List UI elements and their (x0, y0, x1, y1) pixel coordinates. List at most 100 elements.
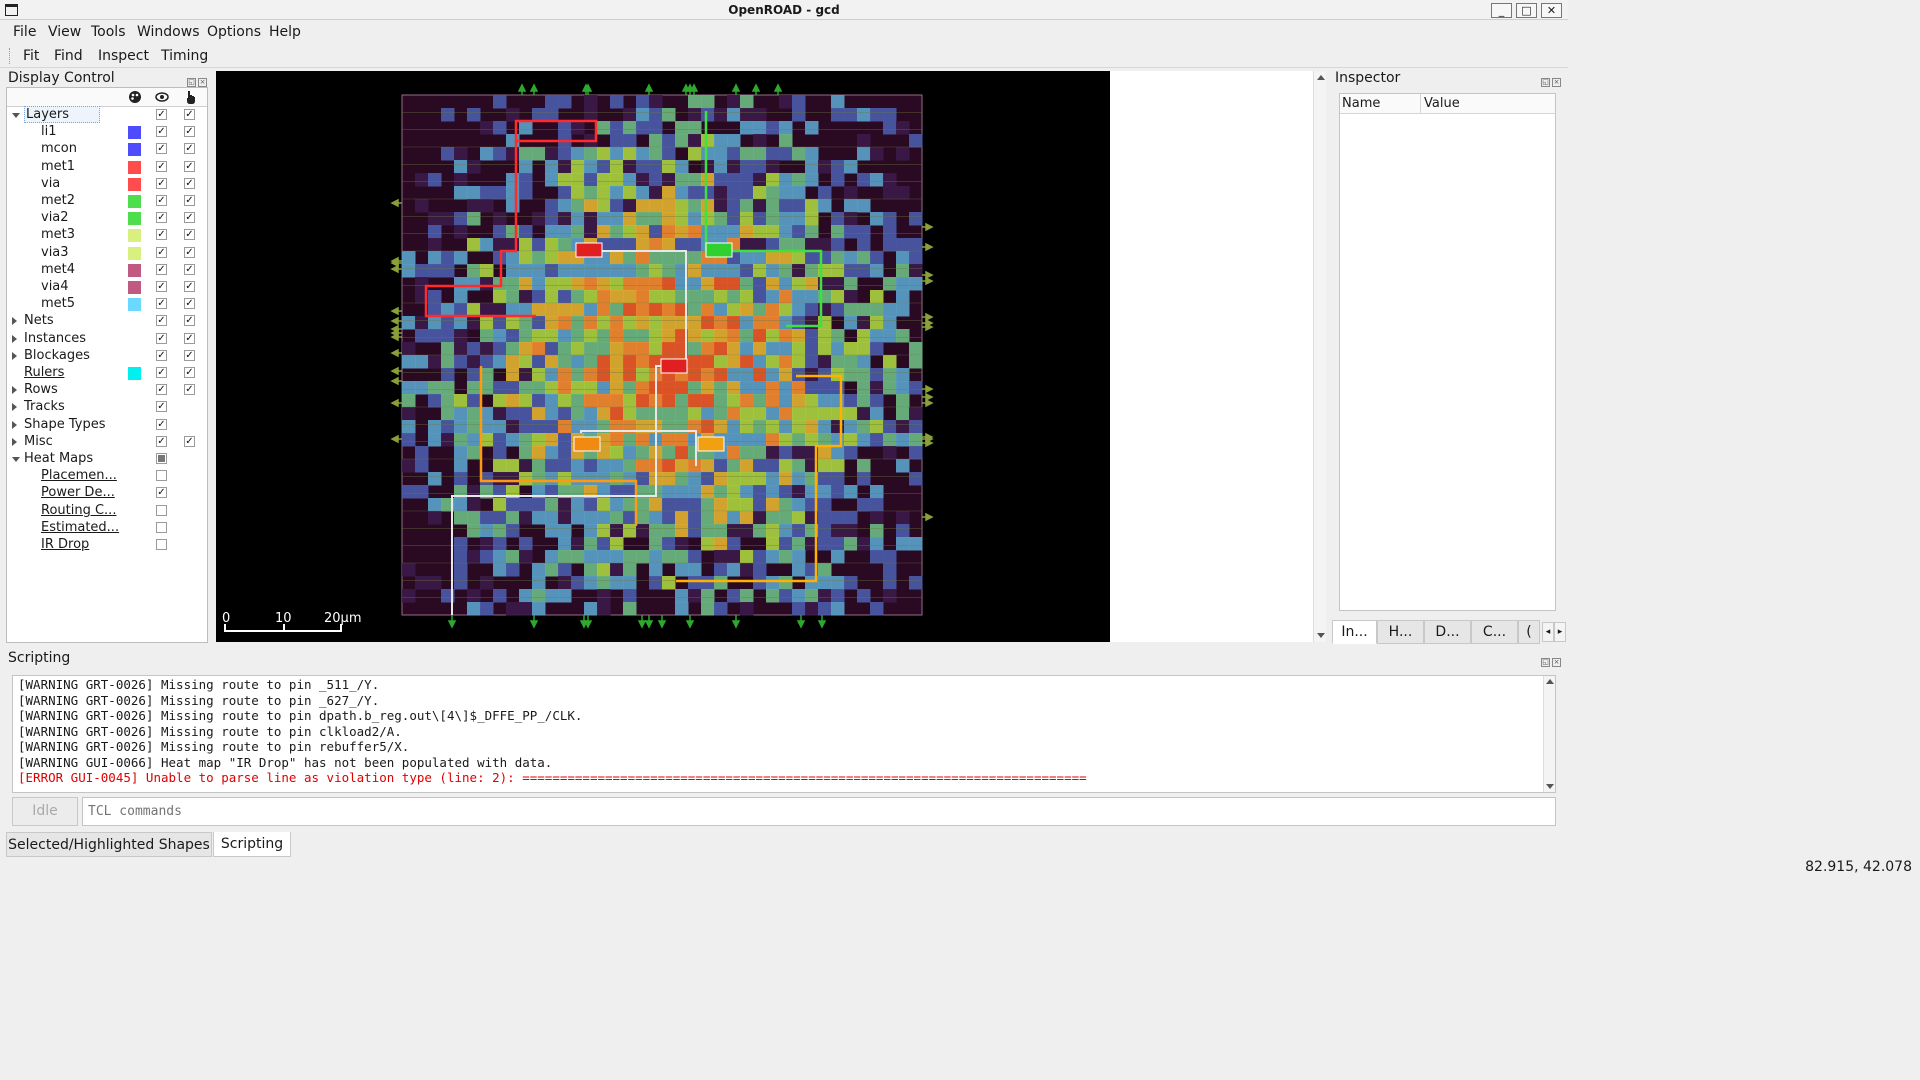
display-row-met3[interactable]: met3 ✓ ✓ (7, 227, 207, 244)
display-row-routing-c[interactable]: Routing C... (7, 503, 207, 520)
color-swatch[interactable] (128, 246, 141, 260)
color-swatch[interactable] (128, 298, 141, 312)
display-row-via4[interactable]: via4 ✓ ✓ (7, 279, 207, 296)
display-control-tree[interactable]: Layers ✓ ✓ li1 ✓ ✓ mcon ✓ ✓ met1 ✓ ✓ via ✓ ✓ met2 ✓ ✓ via2… (6, 87, 208, 643)
scroll-down-icon[interactable] (1546, 784, 1554, 789)
display-row-rulers[interactable]: Rulers ✓ ✓ (7, 365, 207, 382)
display-row-tracks[interactable]: Tracks ✓ (7, 399, 207, 416)
display-row-rows[interactable]: Rows ✓ ✓ (7, 382, 207, 399)
display-row-misc[interactable]: Misc ✓ ✓ (7, 434, 207, 451)
selectable-checkbox[interactable]: ✓ (184, 177, 195, 189)
color-swatch[interactable] (128, 367, 141, 380)
selectable-checkbox[interactable]: ✓ (184, 298, 195, 310)
visible-checkbox[interactable] (156, 470, 167, 482)
visible-checkbox[interactable]: ✓ (156, 143, 167, 155)
collapsed-arrow-icon[interactable] (12, 334, 17, 343)
visible-checkbox[interactable]: ✓ (156, 126, 167, 138)
tab-selected-highlighted-shapes[interactable]: Selected/Highlighted Shapes (6, 832, 212, 857)
tab-inspector[interactable]: In... (1332, 620, 1377, 644)
visible-checkbox[interactable]: ✓ (156, 487, 167, 499)
display-row-heat-maps[interactable]: Heat Maps (7, 451, 207, 468)
menu-view[interactable]: View (48, 24, 81, 40)
expanded-arrow-icon[interactable] (12, 113, 20, 118)
display-row-via[interactable]: via ✓ ✓ (7, 176, 207, 193)
collapsed-arrow-icon[interactable] (12, 437, 17, 446)
tab-scroll-left-icon[interactable]: ◂ (1542, 622, 1554, 642)
color-swatch[interactable] (128, 177, 141, 191)
color-swatch[interactable] (128, 212, 141, 226)
tab-d[interactable]: D... (1424, 620, 1471, 644)
close-icon[interactable]: × (1552, 78, 1561, 87)
display-row-li1[interactable]: li1 ✓ ✓ (7, 124, 207, 141)
tab-more[interactable]: ( (1518, 620, 1540, 644)
visible-checkbox[interactable]: ✓ (156, 212, 167, 224)
color-swatch[interactable] (128, 195, 141, 208)
visible-checkbox[interactable] (156, 539, 167, 550)
tab-scroll-right-icon[interactable]: ▸ (1554, 622, 1566, 642)
collapsed-arrow-icon[interactable] (12, 420, 17, 429)
layout-canvas[interactable]: 0 10 20μm (216, 71, 1110, 642)
visible-checkbox[interactable] (156, 521, 167, 533)
tab-scripting[interactable]: Scripting (213, 832, 291, 857)
display-row-power-de[interactable]: Power De... ✓ (7, 485, 207, 502)
color-swatch[interactable] (128, 281, 141, 294)
visible-checkbox[interactable]: ✓ (156, 109, 167, 120)
minimize-button[interactable]: _ (1491, 3, 1512, 18)
selectable-checkbox[interactable]: ✓ (184, 384, 195, 396)
visible-checkbox[interactable]: ✓ (156, 401, 167, 413)
display-row-shape-types[interactable]: Shape Types ✓ (7, 417, 207, 434)
display-row-instances[interactable]: Instances ✓ ✓ (7, 331, 207, 348)
visible-checkbox[interactable]: ✓ (156, 177, 167, 189)
script-output[interactable]: [WARNING GRT-0026] Missing route to pin … (12, 675, 1556, 793)
float-icon[interactable]: ◱ (1541, 78, 1550, 87)
visible-checkbox[interactable]: ✓ (156, 298, 167, 310)
visible-checkbox[interactable]: ✓ (156, 315, 167, 327)
visible-checkbox[interactable]: ✓ (156, 349, 167, 361)
fit-button[interactable]: Fit (23, 48, 39, 64)
display-row-ir-drop[interactable]: IR Drop (7, 537, 207, 554)
inspect-button[interactable]: Inspect (98, 48, 149, 64)
display-row-met2[interactable]: met2 ✓ ✓ (7, 193, 207, 210)
visible-checkbox[interactable]: ✓ (156, 435, 167, 447)
column-value[interactable]: Value (1424, 96, 1460, 111)
color-swatch[interactable] (128, 160, 141, 174)
layout-canvas-empty-area[interactable] (1110, 71, 1313, 642)
visible-checkbox[interactable]: ✓ (156, 332, 167, 344)
idle-button[interactable]: Idle (12, 797, 78, 826)
menu-help[interactable]: Help (269, 24, 301, 40)
layout-vertical-scrollbar[interactable] (1313, 71, 1326, 642)
display-row-met4[interactable]: met4 ✓ ✓ (7, 262, 207, 279)
display-row-blockages[interactable]: Blockages ✓ ✓ (7, 348, 207, 365)
menu-options[interactable]: Options (207, 24, 261, 40)
visible-checkbox[interactable]: ✓ (156, 367, 167, 378)
display-row-via2[interactable]: via2 ✓ ✓ (7, 210, 207, 227)
selectable-checkbox[interactable]: ✓ (184, 126, 195, 138)
display-row-met5[interactable]: met5 ✓ ✓ (7, 296, 207, 313)
collapsed-arrow-icon[interactable] (12, 351, 17, 360)
selectable-checkbox[interactable]: ✓ (184, 212, 195, 224)
display-row-mcon[interactable]: mcon ✓ ✓ (7, 141, 207, 158)
selectable-checkbox[interactable]: ✓ (184, 246, 195, 258)
selectable-checkbox[interactable]: ✓ (184, 143, 195, 155)
selectable-checkbox[interactable]: ✓ (184, 281, 195, 292)
selectable-checkbox[interactable]: ✓ (184, 160, 195, 172)
color-swatch[interactable] (128, 126, 141, 140)
selectable-checkbox[interactable]: ✓ (184, 367, 195, 378)
visible-checkbox[interactable]: ✓ (156, 263, 167, 275)
visible-checkbox[interactable]: ✓ (156, 418, 167, 430)
visible-checkbox[interactable]: ✓ (156, 229, 167, 241)
selectable-checkbox[interactable]: ✓ (184, 263, 195, 275)
scroll-up-icon[interactable] (1317, 75, 1325, 80)
display-row-met1[interactable]: met1 ✓ ✓ (7, 159, 207, 176)
collapsed-arrow-icon[interactable] (12, 317, 17, 326)
selectable-checkbox[interactable]: ✓ (184, 349, 195, 361)
maximize-button[interactable]: □ (1516, 3, 1537, 18)
display-row-via3[interactable]: via3 ✓ ✓ (7, 245, 207, 262)
float-icon[interactable]: ◱ (1541, 658, 1550, 667)
collapsed-arrow-icon[interactable] (12, 403, 17, 412)
menu-file[interactable]: File (13, 24, 36, 40)
close-icon[interactable]: × (1552, 658, 1561, 667)
tab-c[interactable]: C... (1471, 620, 1518, 644)
display-row-estimated[interactable]: Estimated... (7, 520, 207, 537)
timing-button[interactable]: Timing (161, 48, 208, 64)
